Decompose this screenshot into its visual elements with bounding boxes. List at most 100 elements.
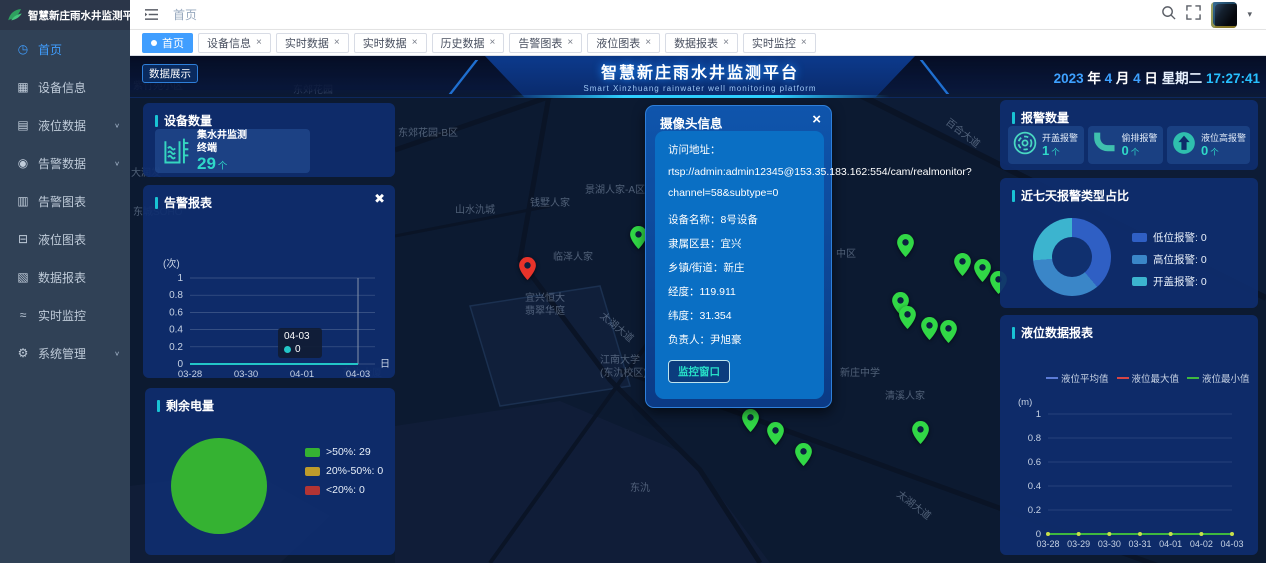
map-marker-green[interactable]: [897, 234, 914, 262]
tab-历史数据-4[interactable]: 历史数据×: [432, 33, 505, 53]
tab-实时数据-2[interactable]: 实时数据×: [276, 33, 349, 53]
svg-text:0.8: 0.8: [1028, 433, 1041, 444]
legend-line: [1187, 377, 1199, 379]
legend-chip: [1132, 277, 1147, 286]
legend-item: 20%-50%: 0: [305, 465, 383, 477]
panel-title: 告警报表: [143, 185, 395, 211]
close-icon[interactable]: ×: [567, 37, 573, 48]
map-stage: 紫竹苑小区东郊花园东郊花园-B区山水氿城钱墅人家景湖人家-A区临泽人家宜兴恒大 …: [130, 56, 1266, 563]
legend-label: 液位最小值: [1202, 371, 1250, 385]
sidebar-item-system-manage[interactable]: ⚙系统管理∨: [0, 334, 130, 372]
legend-chip: [1132, 255, 1147, 264]
panel-alarm-count: 报警数量 开盖报警1个偷排报警0个液位高报警0个: [1000, 100, 1258, 170]
banner-accent-left: [449, 60, 479, 94]
tab-液位图表-6[interactable]: 液位图表 ×: [587, 33, 660, 53]
tab-实时数据-3[interactable]: 实时数据 ×: [354, 33, 427, 53]
tab-label: 液位图表: [596, 35, 640, 51]
map-marker-green[interactable]: [954, 253, 971, 281]
legend-label: 20%-50%: 0: [326, 465, 383, 477]
tab-设备信息-1[interactable]: 设备信息 ×: [198, 33, 271, 53]
tab-label: 设备信息: [207, 35, 251, 51]
svg-text:1: 1: [177, 273, 183, 284]
alarm-type-legend: 低位报警: 0高位报警: 0开盖报警: 0: [1132, 230, 1207, 296]
tab-告警图表-5[interactable]: 告警图表×: [509, 33, 582, 53]
alarm-stat-1: 开盖报警1个: [1008, 126, 1084, 164]
chevron-down-icon: ∨: [114, 121, 120, 128]
legend-item: 开盖报警: 0: [1132, 274, 1207, 289]
title-accent-bar: [155, 197, 158, 209]
sidebar-item-liquid-data[interactable]: ▤液位数据∨: [0, 106, 130, 144]
close-icon[interactable]: ×: [645, 37, 651, 48]
close-icon[interactable]: ×: [334, 37, 340, 48]
stat-card-text: 开盖报警1个: [1042, 131, 1078, 158]
banner: 智慧新庄雨水井监测平台 Smart Xinzhuang rainwater we…: [130, 56, 1266, 98]
alarm-report-chart: 00.20.40.60.81(次)03-2803-3004-0104-03日: [143, 211, 395, 404]
fullscreen-icon[interactable]: [1186, 5, 1201, 25]
level-chart-legend: 液位平均值液位最大值液位最小值: [1046, 371, 1250, 385]
close-icon[interactable]: ×: [256, 37, 262, 48]
map-marker-green[interactable]: [921, 317, 938, 345]
svg-text:0.2: 0.2: [1028, 505, 1041, 516]
sidebar-item-dashboard[interactable]: ◷首页: [0, 30, 130, 68]
popup-field: 设备名称：8号设备: [668, 212, 824, 227]
sidebar-item-data-report[interactable]: ▧数据报表: [0, 258, 130, 296]
map-marker-green[interactable]: [974, 259, 991, 287]
close-icon[interactable]: ×: [801, 37, 807, 48]
stat-card-text: 液位高报警0个: [1201, 131, 1246, 158]
svg-text:(m): (m): [1018, 397, 1032, 408]
close-icon[interactable]: ×: [812, 111, 821, 128]
panel-title: 液位数据报表: [1000, 315, 1258, 341]
map-marker-green[interactable]: [912, 421, 929, 449]
hamburger-icon[interactable]: [144, 8, 159, 21]
tab-数据报表-7[interactable]: 数据报表 ×: [665, 33, 738, 53]
sidebar-item-realtime-monitor[interactable]: ≈实时监控: [0, 296, 130, 334]
datetime: 2023 年 4 月 4 日 星期二 17:27:41: [1054, 67, 1260, 87]
data-display-button[interactable]: 数据展示: [142, 64, 198, 83]
chevron-down-icon: ∨: [114, 159, 120, 166]
tab-label: 实时数据: [363, 35, 407, 51]
sidebar-item-liquid-chart[interactable]: ⊟ 液位图表: [0, 220, 130, 258]
sidebar-item-device-info[interactable]: ▦设备信息: [0, 68, 130, 106]
device-info-icon: ▦: [14, 80, 32, 94]
tab-首页-0[interactable]: 首页: [142, 33, 193, 53]
sidebar-item-label: 告警数据: [38, 155, 86, 172]
map-marker-green[interactable]: [767, 422, 784, 450]
tab-label: 数据报表: [674, 35, 718, 51]
avatar[interactable]: [1211, 2, 1237, 28]
svg-text:03-28: 03-28: [1036, 539, 1059, 549]
top-navbar: 首页 ▾: [130, 0, 1266, 30]
sidebar-item-alarm-data[interactable]: ◉告警数据∨: [0, 144, 130, 182]
sidebar-item-label: 液位图表: [38, 231, 86, 248]
legend-label: 开盖报警: 0: [1153, 274, 1207, 289]
svg-text:0.8: 0.8: [169, 290, 183, 301]
sidebar-item-alarm-chart[interactable]: ▥告警图表: [0, 182, 130, 220]
map-marker-red[interactable]: [519, 257, 536, 285]
legend-item: 高位报警: 0: [1132, 252, 1207, 267]
map-marker-green[interactable]: [940, 320, 957, 348]
monitor-window-button[interactable]: 监控窗口: [668, 360, 730, 383]
app-root: 智慧新庄雨水井监测平台 ◷首页▦设备信息▤液位数据∨◉告警数据∨▥告警图表⊟液位…: [0, 0, 1266, 563]
chevron-down-icon[interactable]: ▾: [1247, 9, 1252, 20]
title-accent-bar: [157, 400, 160, 412]
page-title: 智慧新庄雨水井监测平台: [440, 59, 960, 83]
sidebar-item-label: 告警图表: [38, 193, 86, 210]
panel-device-count: 设备数量 集水井监测终端 29 个: [143, 103, 395, 177]
datetime-part: 星期二: [1162, 71, 1206, 86]
liquid-chart-icon: ⊟: [14, 232, 32, 246]
panel-title: 设备数量: [143, 103, 395, 129]
close-icon[interactable]: ×: [723, 37, 729, 48]
panel-alarm-type: 近七天报警类型占比 低位报警: 0高位报警: 0开盖报警: 0: [1000, 178, 1258, 308]
close-icon[interactable]: ✖: [374, 192, 385, 205]
map-marker-green[interactable]: [742, 409, 759, 437]
tab-实时监控-8[interactable]: 实时监控×: [743, 33, 816, 53]
map-marker-green[interactable]: [899, 306, 916, 334]
sidebar-item-label: 实时监控: [38, 307, 86, 324]
app-logo: 智慧新庄雨水井监测平台: [0, 0, 130, 30]
map-marker-green[interactable]: [795, 443, 812, 471]
close-icon[interactable]: ×: [412, 37, 418, 48]
close-icon[interactable]: ×: [490, 37, 496, 48]
search-icon[interactable]: [1161, 5, 1176, 25]
popup-title: 摄像头信息: [646, 106, 831, 132]
sidebar-item-label: 液位数据: [38, 117, 86, 134]
svg-text:0.6: 0.6: [1028, 457, 1041, 468]
